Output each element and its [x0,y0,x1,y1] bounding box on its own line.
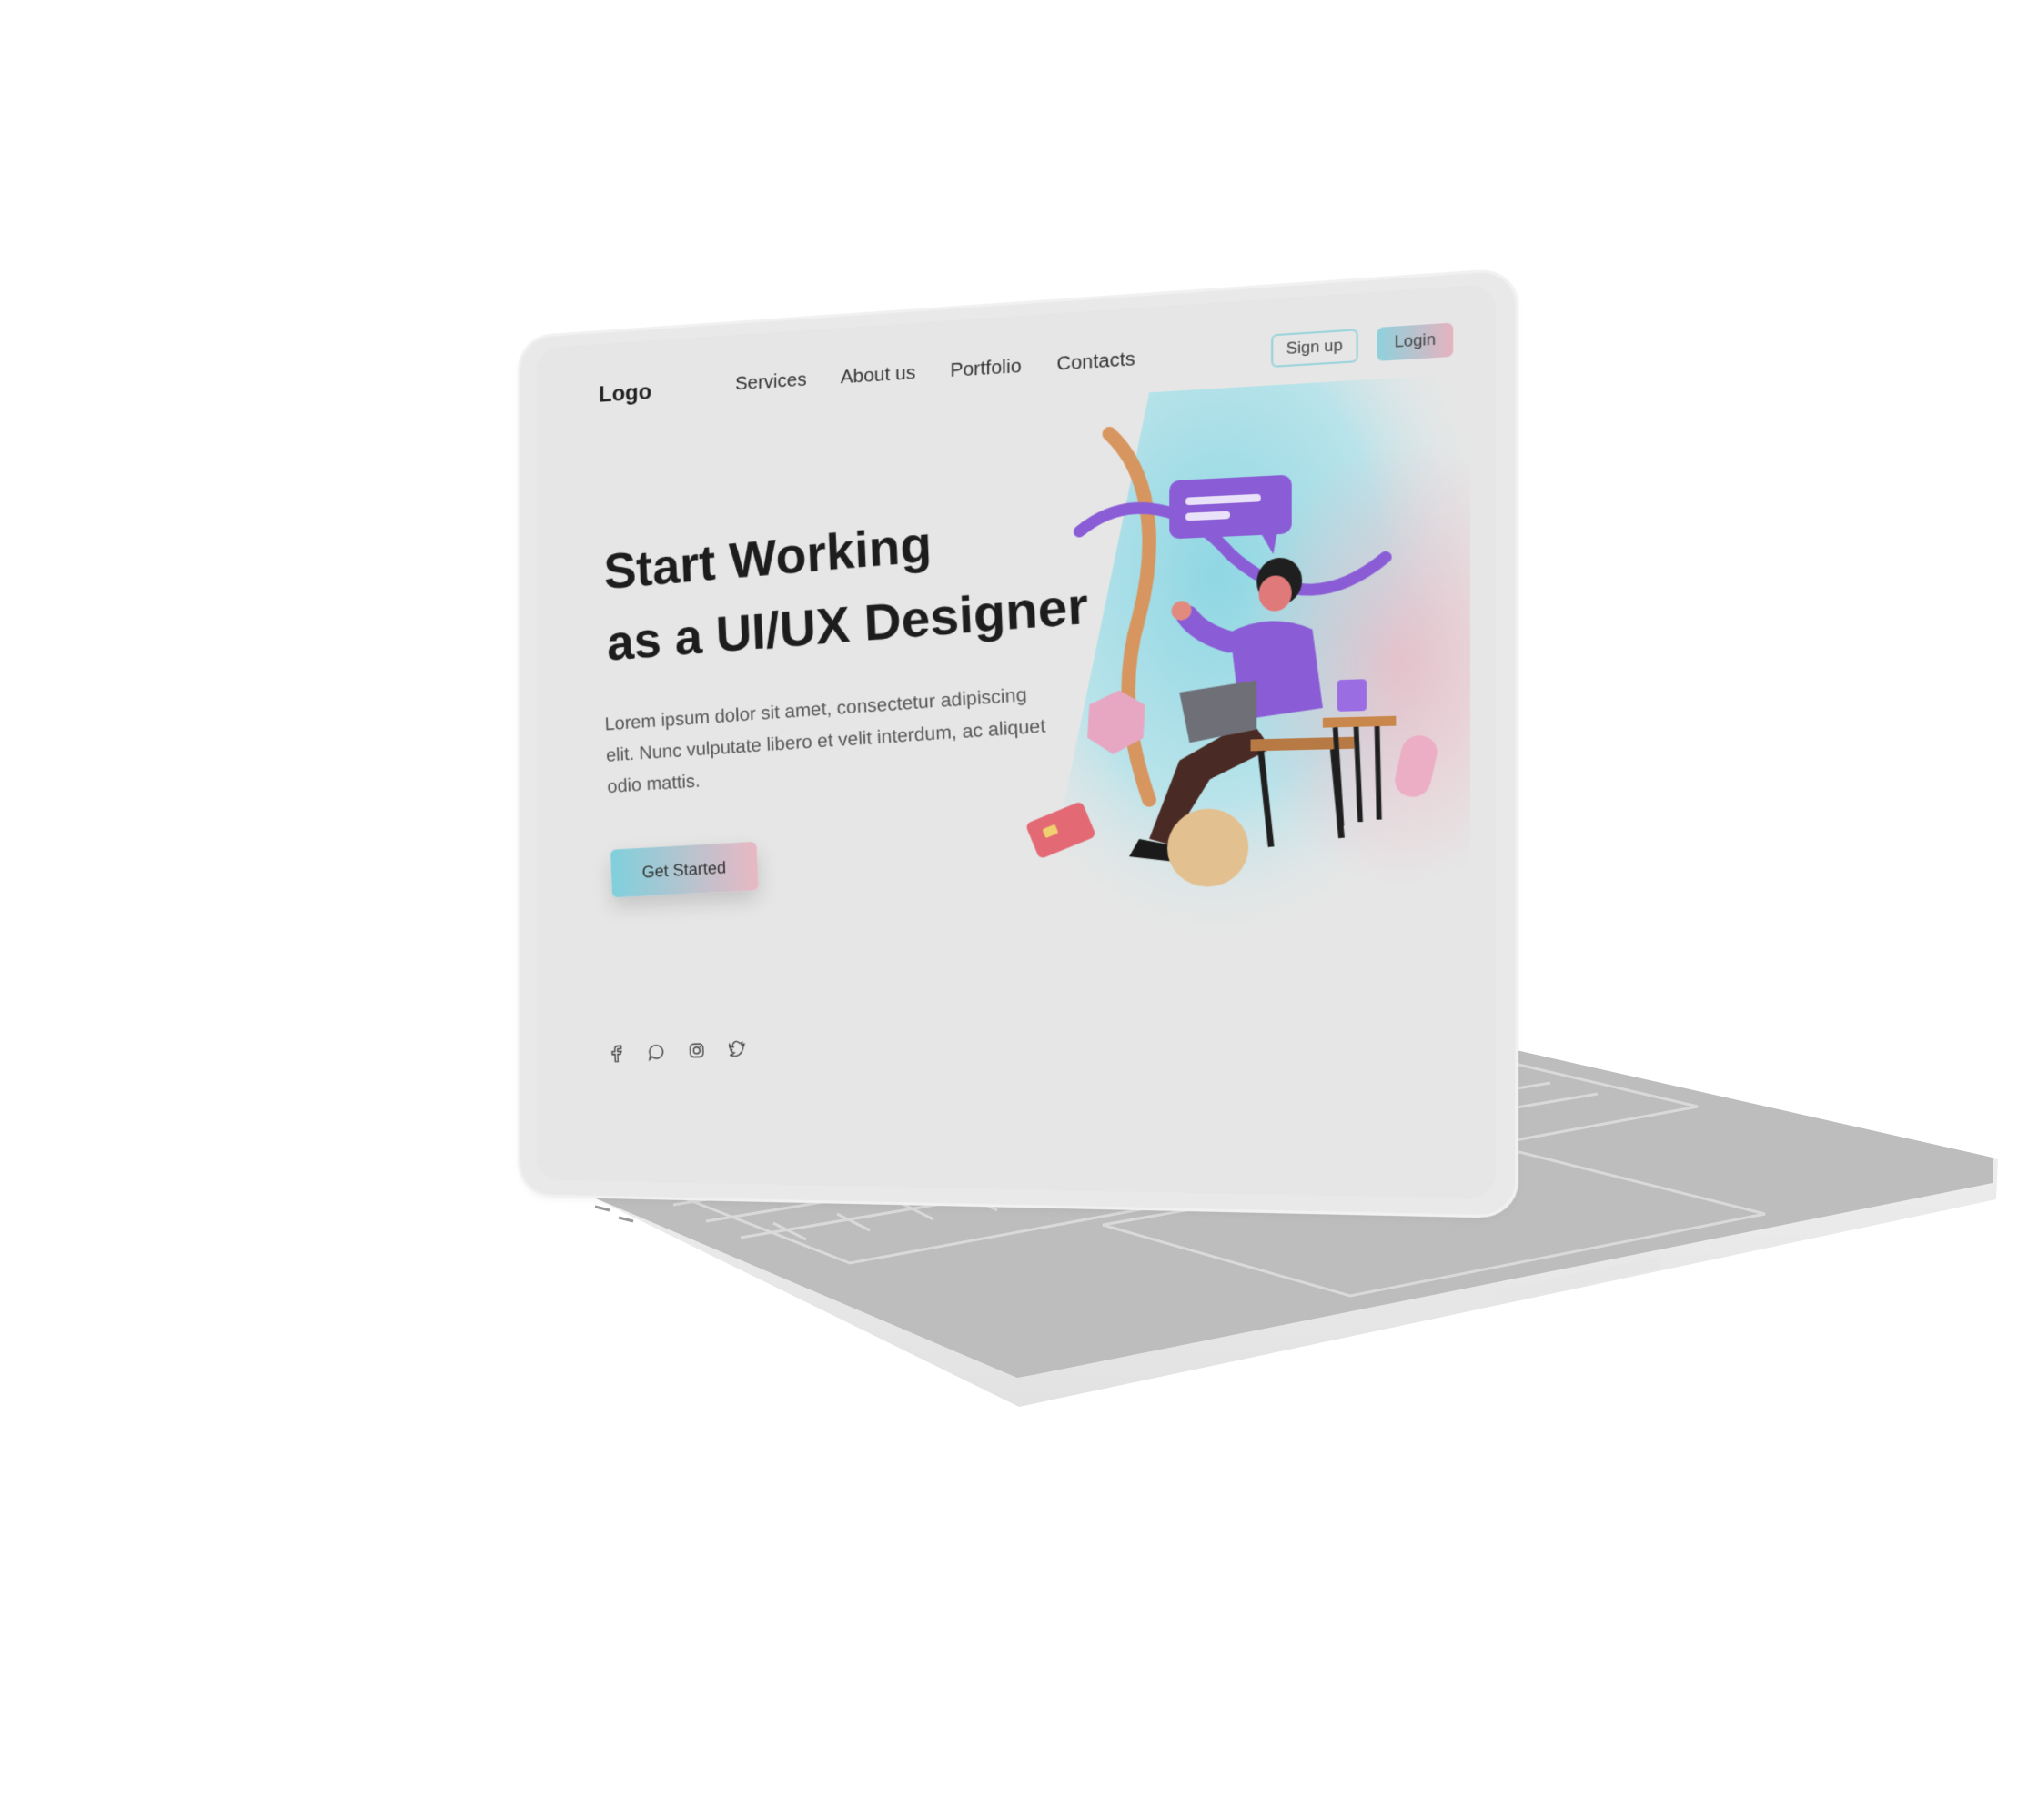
nav-link-contacts[interactable]: Contacts [1056,349,1135,376]
laptop-mockup-scene: Logo Services About us Portfolio Contact… [0,0,2038,1820]
site-logo[interactable]: Logo [599,379,651,409]
social-links [608,1039,747,1063]
facebook-icon[interactable] [608,1044,627,1063]
get-started-button[interactable]: Get Started [610,841,759,898]
nav-link-about-us[interactable]: About us [841,363,915,389]
auth-actions: Sign up Login [1271,322,1454,369]
nav-links: Services About us Portfolio Contacts [735,349,1135,395]
nav-link-services[interactable]: Services [735,369,806,395]
instagram-icon[interactable] [687,1041,706,1060]
mug-shape [1337,679,1367,712]
twitter-icon[interactable] [728,1039,747,1058]
laptop-lid: Logo Services About us Portfolio Contact… [520,270,1516,1216]
login-button[interactable]: Login [1377,322,1454,361]
website-screen: Logo Services About us Portfolio Contact… [536,283,1497,1199]
nav-link-portfolio[interactable]: Portfolio [950,356,1021,382]
sign-up-button[interactable]: Sign up [1271,329,1358,369]
hero-illustration [1020,373,1470,1015]
chat-bubble-icon[interactable] [647,1042,666,1061]
hero-description: Lorem ipsum dolor sit amet, consectetur … [604,684,1046,798]
